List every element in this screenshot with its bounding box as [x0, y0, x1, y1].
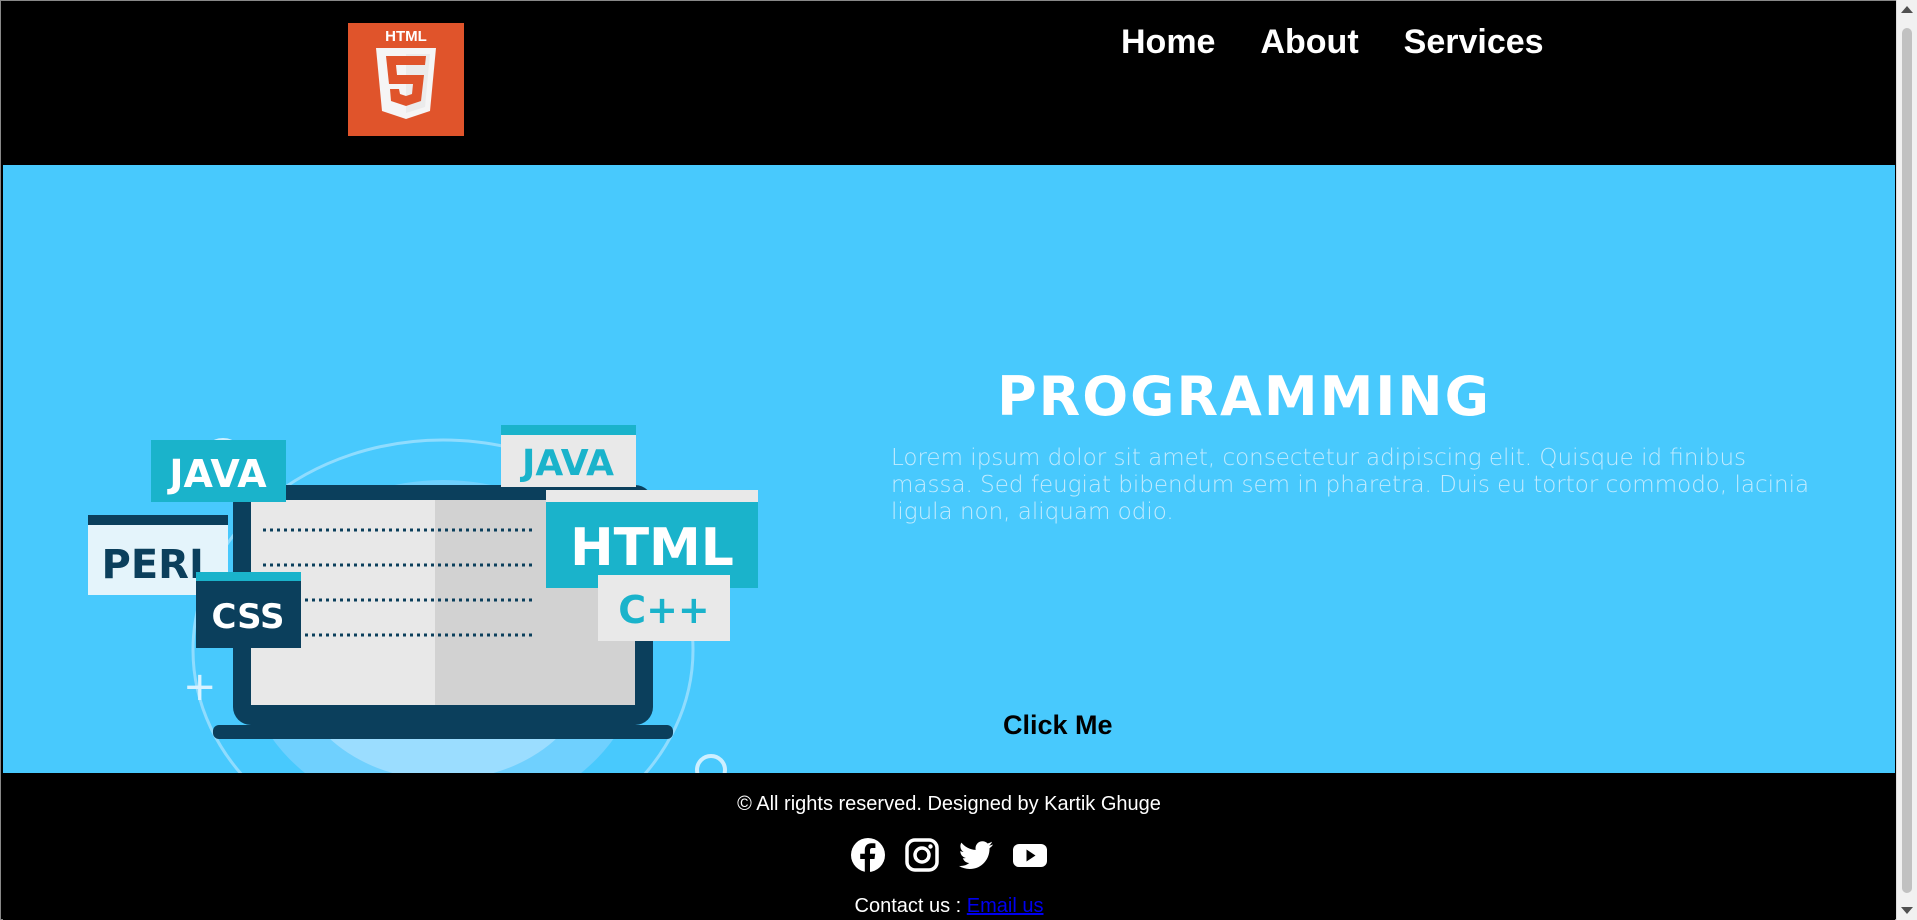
illustration-label-java: JAVA — [166, 452, 267, 496]
hero-title: PROGRAMMING — [997, 365, 1491, 428]
click-me-button[interactable]: Click Me — [1003, 710, 1113, 741]
social-links — [3, 837, 1895, 873]
contact-line: Contact us : Email us — [3, 895, 1895, 918]
scroll-up-arrow-icon[interactable] — [1901, 6, 1913, 13]
twitter-icon[interactable] — [958, 837, 994, 873]
youtube-icon[interactable] — [1012, 837, 1048, 873]
illustration-label-java-2: JAVA — [519, 443, 614, 484]
nav-about[interactable]: About — [1260, 21, 1358, 63]
vertical-scrollbar[interactable] — [1896, 0, 1917, 920]
facebook-icon[interactable] — [850, 837, 886, 873]
illustration-label-html: HTML — [570, 518, 734, 578]
scrollbar-thumb[interactable] — [1902, 28, 1912, 893]
instagram-icon[interactable] — [904, 837, 940, 873]
scroll-down-arrow-icon[interactable] — [1901, 907, 1913, 914]
nav-home[interactable]: Home — [1121, 21, 1215, 63]
logo-text: HTML — [385, 28, 427, 45]
illustration-label-cpp: C++ — [618, 588, 710, 632]
illustration-label-css: CSS — [211, 597, 284, 637]
nav-services[interactable]: Services — [1404, 21, 1544, 63]
hero-description: Lorem ipsum dolor sit amet, consectetur … — [891, 445, 1810, 525]
html5-logo[interactable]: HTML 5 — [348, 23, 464, 136]
site-header: HTML 5 Home About Services — [3, 1, 1895, 165]
programming-illustration: + + + JAVA JAVA PERL HTML CSS C++ — [88, 425, 758, 840]
svg-text:+: + — [183, 664, 217, 710]
contact-prefix: Contact us : — [854, 895, 967, 917]
hero-section: + + + JAVA JAVA PERL HTML CSS C++ PROGRA… — [3, 165, 1895, 840]
site-footer: © All rights reserved. Designed by Karti… — [3, 773, 1895, 920]
email-us-link[interactable]: Email us — [967, 895, 1044, 917]
copyright-text: © All rights reserved. Designed by Karti… — [737, 793, 1161, 815]
main-nav: Home About Services — [1121, 21, 1544, 63]
